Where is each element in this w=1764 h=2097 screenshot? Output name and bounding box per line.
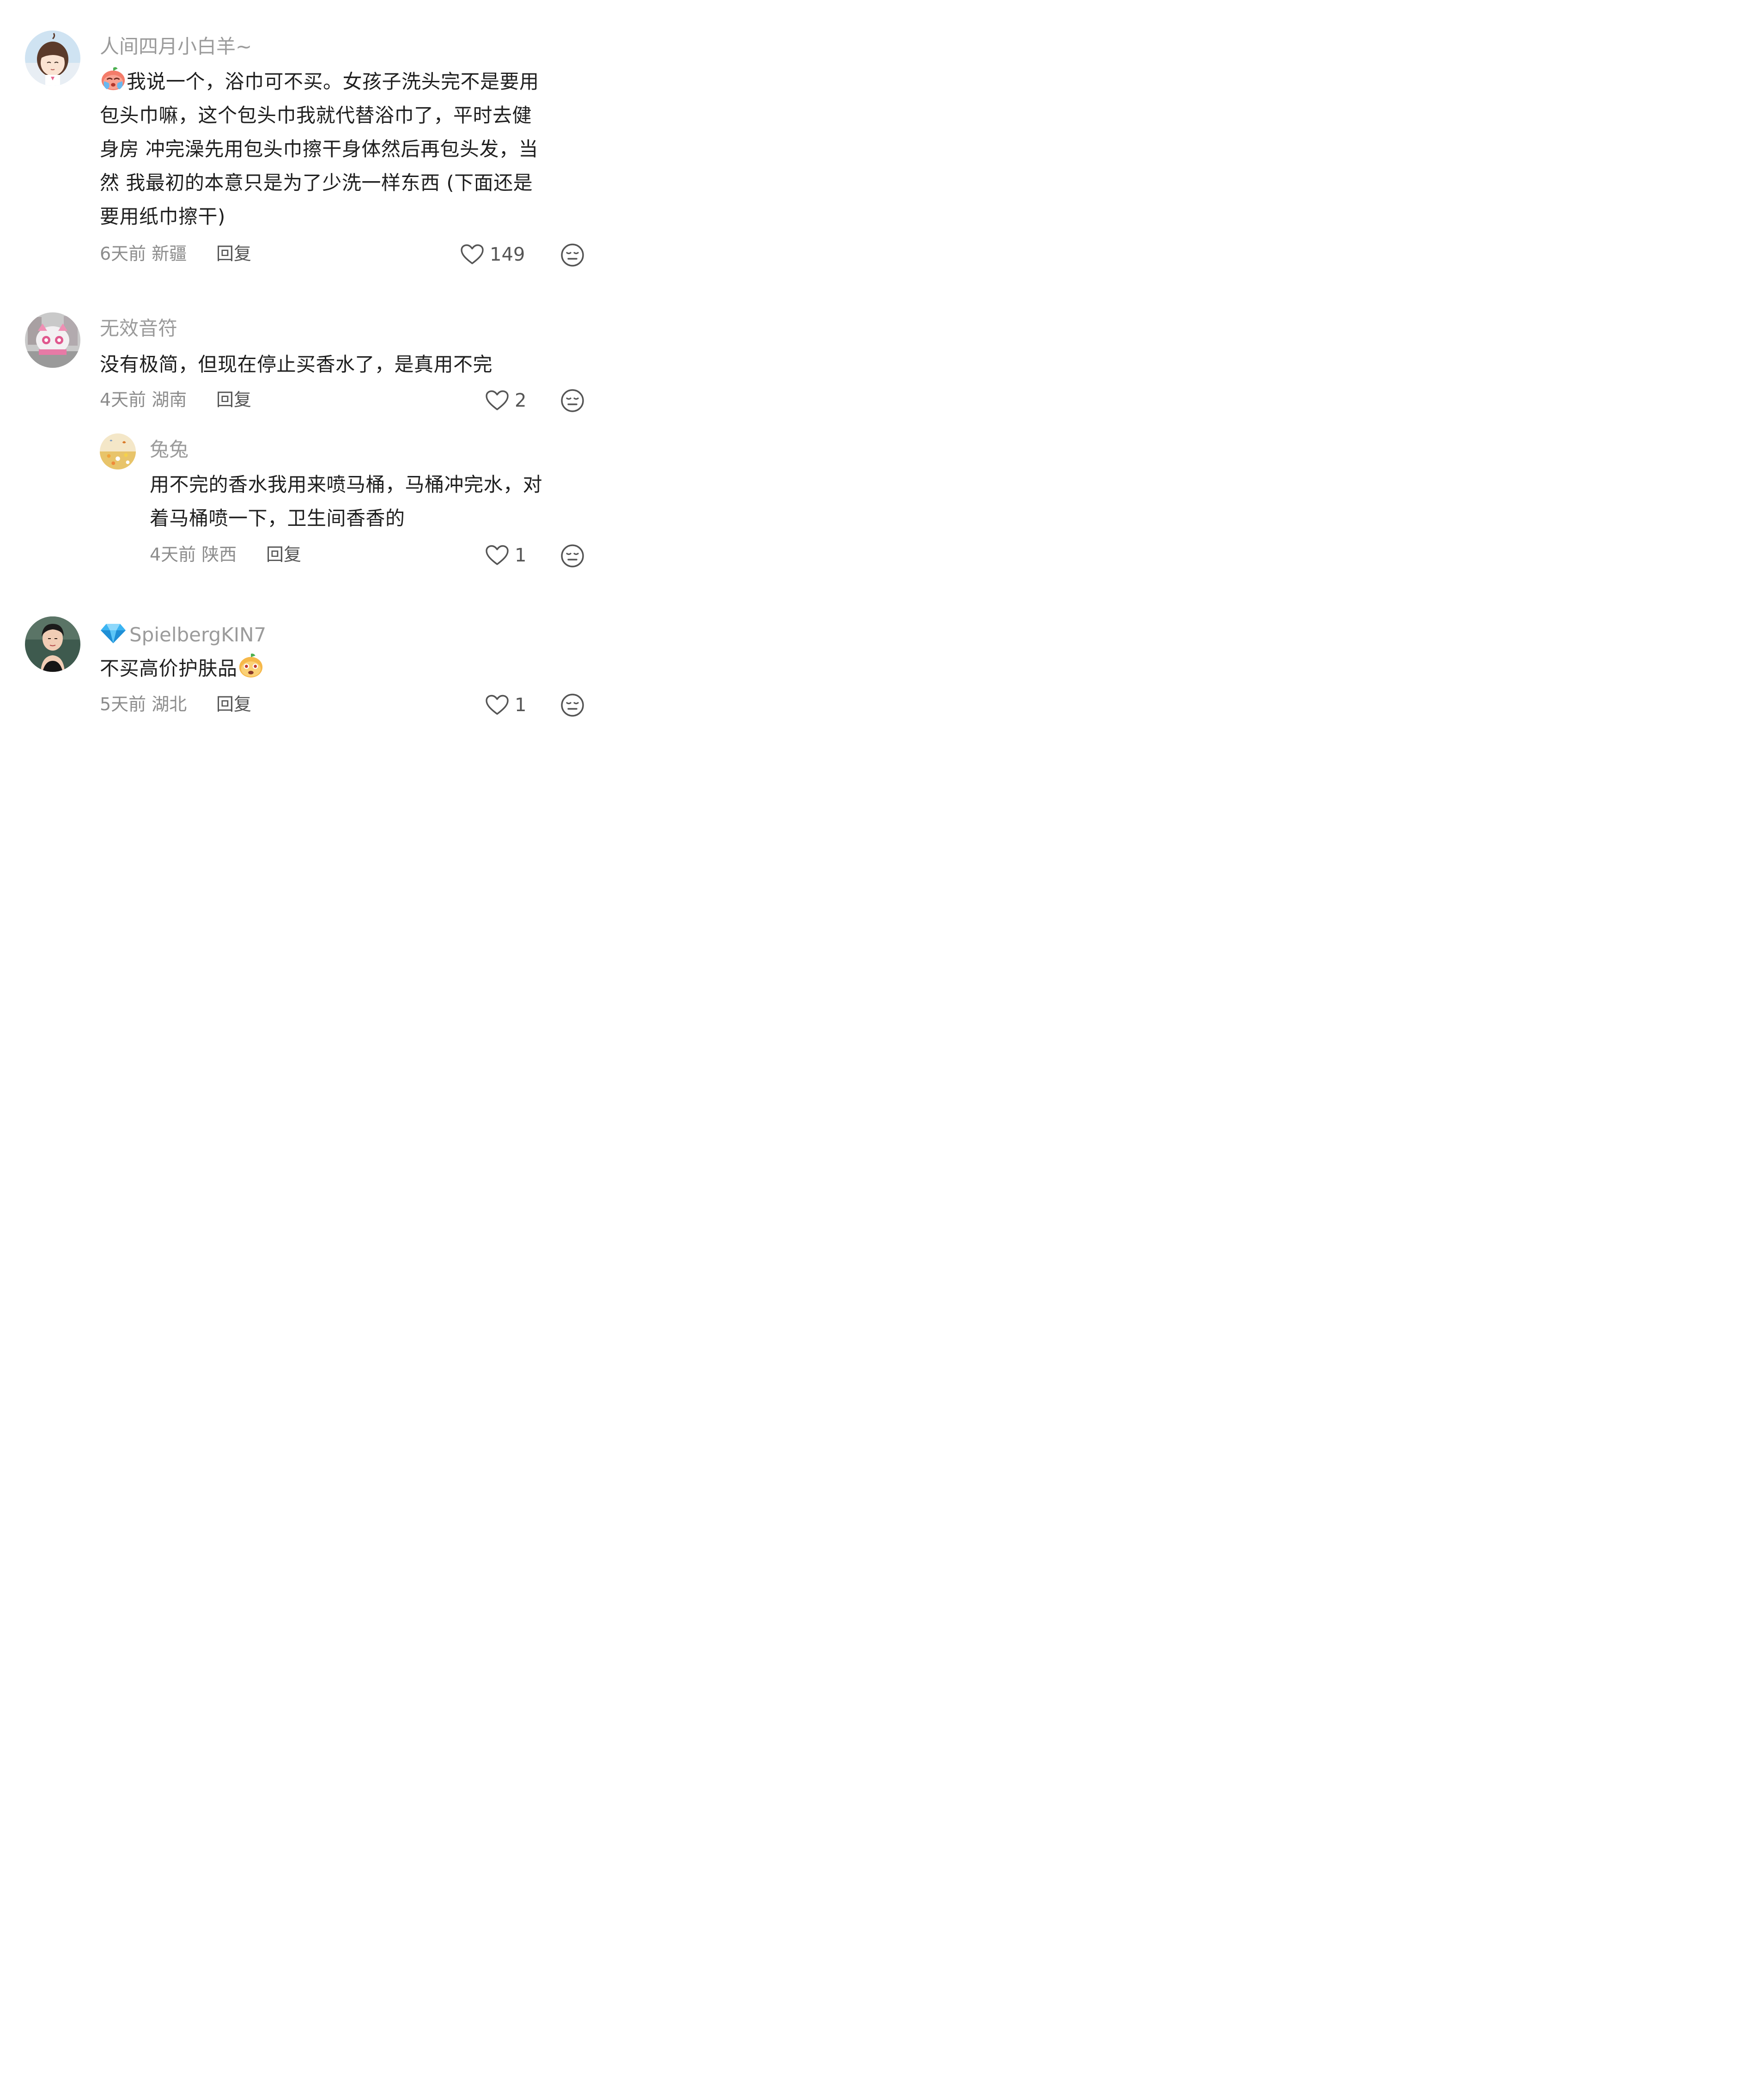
- comment-time: 4天前: [100, 390, 146, 410]
- peach-face-emoji: [237, 652, 264, 679]
- meh-face-icon: [561, 544, 584, 567]
- comment-text: 我说一个，浴巾可不买。女孩子洗头完不是要用 包头巾嘛，这个包头巾我就代替浴巾了，…: [100, 65, 599, 233]
- like-count: 1: [515, 545, 527, 566]
- username[interactable]: SpielbergKIN7: [100, 622, 266, 645]
- like-button[interactable]: 149: [460, 243, 525, 266]
- comment-meta: 4天前 湖南: [100, 391, 187, 408]
- like-count: 2: [515, 390, 527, 411]
- heart-icon: [461, 244, 484, 264]
- crying-peach-emoji: [100, 65, 127, 92]
- comment-location: 湖南: [152, 390, 187, 410]
- username[interactable]: 无效音符: [100, 319, 177, 338]
- dislike-button[interactable]: [560, 243, 584, 267]
- heart-icon: [486, 545, 509, 565]
- avatar[interactable]: [100, 433, 136, 469]
- comment-time: 6天前: [100, 244, 146, 264]
- reply-button[interactable]: 回复: [216, 245, 251, 262]
- comment-meta: 5天前 湖北: [100, 695, 187, 713]
- comment-text-line: 包头巾嘛，这个包头巾我就代替浴巾了，平时去健: [100, 104, 532, 127]
- dislike-button[interactable]: [560, 389, 584, 413]
- heart-icon: [486, 695, 509, 715]
- avatar[interactable]: [25, 312, 80, 368]
- comment-text-line: 不买高价护肤品: [100, 652, 599, 685]
- comment-text-line: 身房 冲完澡先用包头巾擦干身体然后再包头发，当: [100, 138, 538, 160]
- avatar[interactable]: [25, 616, 80, 672]
- comment-location: 陕西: [201, 544, 237, 565]
- meh-face-icon: [561, 244, 584, 267]
- comment-text: 没有极简，但现在停止买香水了，是真用不完: [100, 347, 599, 381]
- like-count: 149: [490, 244, 525, 265]
- meh-face-icon: [561, 389, 584, 412]
- comment-text: 不买高价护肤品: [100, 652, 599, 685]
- meh-face-icon: [561, 694, 584, 717]
- reply-button[interactable]: 回复: [266, 546, 301, 563]
- like-button[interactable]: 1: [485, 694, 526, 717]
- dislike-button[interactable]: [560, 544, 584, 568]
- comment-location: 新疆: [152, 244, 187, 264]
- like-button[interactable]: 2: [485, 389, 526, 412]
- like-count: 1: [515, 695, 527, 716]
- reply-button[interactable]: 回复: [216, 391, 251, 408]
- avatar[interactable]: [25, 30, 80, 86]
- heart-icon: [486, 390, 509, 410]
- username[interactable]: 兔兔: [150, 440, 189, 459]
- comment-text-line: 要用纸巾擦干): [100, 205, 225, 228]
- comment-text-line: 我说一个，浴巾可不买。女孩子洗头完不是要用: [100, 65, 599, 98]
- comment-text-line: 着马桶喷一下，卫生间香香的: [150, 507, 405, 530]
- comment-time: 5天前: [100, 694, 146, 714]
- comment-text: 用不完的香水我用来喷马桶，马桶冲完水，对 着马桶喷一下，卫生间香香的: [150, 468, 602, 535]
- comment-location: 湖北: [152, 694, 187, 714]
- comment-meta: 4天前 陕西: [150, 546, 237, 563]
- username[interactable]: 人间四月小白羊~: [100, 37, 252, 56]
- comment-text-line: 没有极简，但现在停止买香水了，是真用不完: [100, 353, 493, 376]
- comment-meta: 6天前 新疆: [100, 245, 187, 262]
- comment-text-line: 然 我最初的本意只是为了少洗一样东西 (下面还是: [100, 171, 533, 194]
- dislike-button[interactable]: [560, 693, 584, 717]
- reply-button[interactable]: 回复: [216, 695, 251, 713]
- comment-time: 4天前: [150, 544, 196, 565]
- comment-text-line: 用不完的香水我用来喷马桶，马桶冲完水，对: [150, 473, 543, 496]
- like-button[interactable]: 1: [485, 544, 526, 567]
- diamond-icon: [100, 622, 127, 645]
